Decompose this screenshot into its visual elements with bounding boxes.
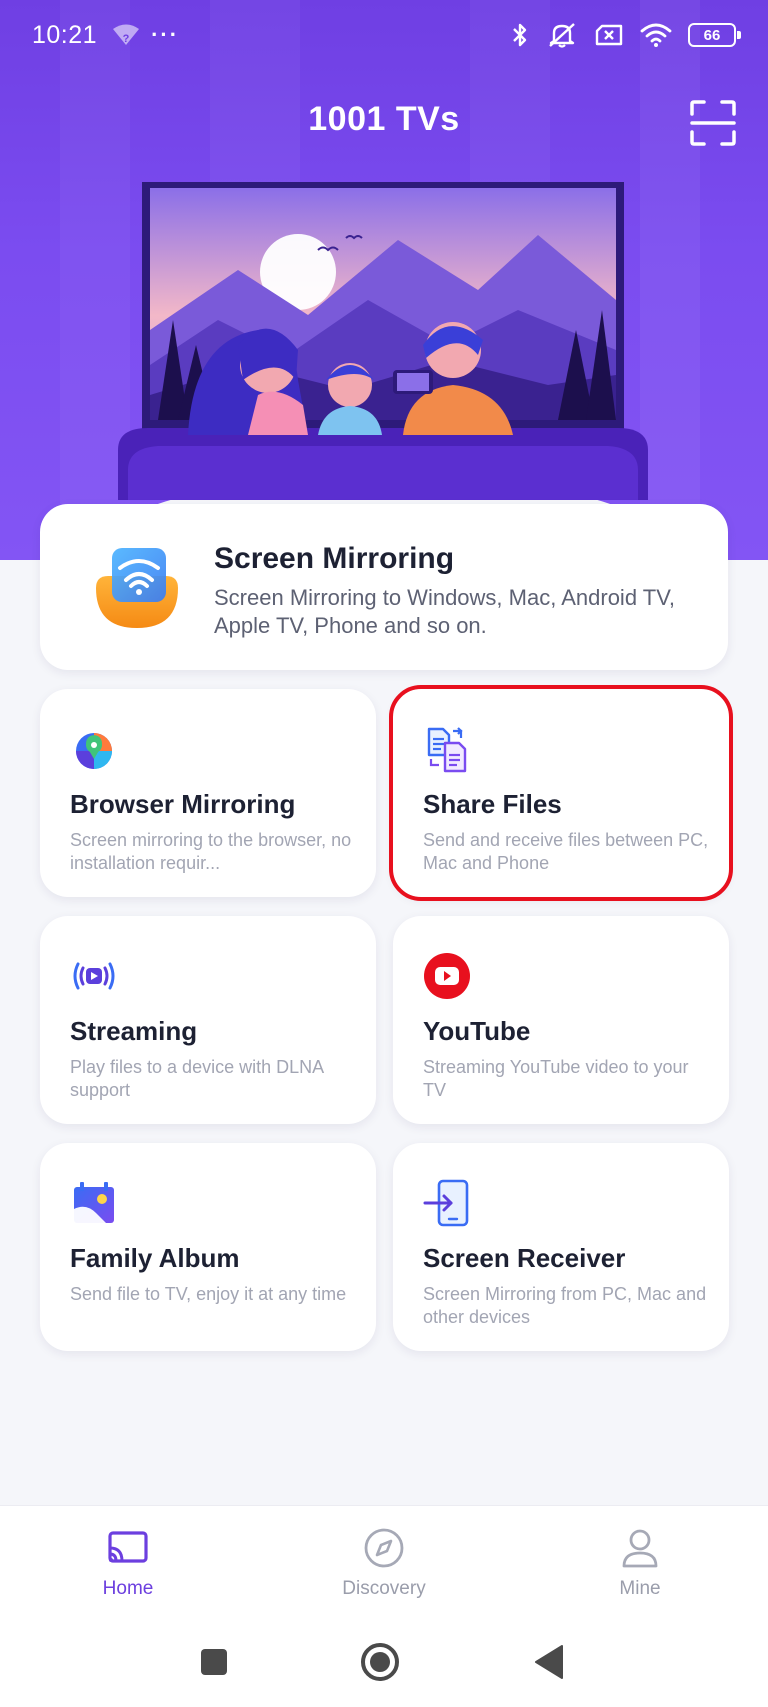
status-bar: 10:21 ? ··· 66 xyxy=(0,0,768,70)
tv-family-illustration xyxy=(118,182,648,500)
svg-text:?: ? xyxy=(123,33,130,45)
youtube-title: YouTube xyxy=(423,1016,531,1046)
more-notifications-icon: ··· xyxy=(151,22,180,47)
screen-receiver-card[interactable]: Screen Receiver Screen Mirroring from PC… xyxy=(393,1143,729,1351)
share-files-icon xyxy=(427,727,467,773)
wifi-icon xyxy=(640,23,672,47)
browser-mirroring-description: Screen mirroring to the browser, no inst… xyxy=(70,830,352,873)
wifi-question-icon: ? xyxy=(113,24,140,45)
streaming-icon xyxy=(73,962,115,990)
home-circle-icon[interactable] xyxy=(358,1640,402,1684)
screen-receiver-description: Screen Mirroring from PC, Mac and other … xyxy=(423,1284,707,1327)
share-files-description: Send and receive files between PC, Mac a… xyxy=(423,830,709,873)
youtube-card[interactable]: YouTube Streaming YouTube video to your … xyxy=(393,916,729,1124)
cast-icon xyxy=(108,1531,148,1563)
screen-mirroring-icon xyxy=(96,548,178,628)
nav-discovery-label: Discovery xyxy=(342,1578,426,1599)
browser-mirroring-title: Browser Mirroring xyxy=(70,789,296,819)
family-album-title: Family Album xyxy=(70,1243,240,1273)
family-album-icon xyxy=(74,1182,114,1223)
person-icon xyxy=(622,1529,658,1568)
youtube-icon xyxy=(424,953,470,999)
bluetooth-icon xyxy=(513,23,527,47)
streaming-description: Play files to a device with DLNA support xyxy=(70,1057,324,1100)
screen-receiver-icon xyxy=(423,1179,469,1227)
screen-mirroring-description: Screen Mirroring to Windows, Mac, Androi… xyxy=(214,585,675,638)
screen-mirroring-title: Screen Mirroring xyxy=(214,542,455,575)
battery-icon: 66 xyxy=(688,23,741,47)
youtube-description: Streaming YouTube video to your TV xyxy=(423,1057,689,1100)
status-time: 10:21 xyxy=(32,20,98,49)
browser-icon xyxy=(76,733,112,769)
scan-icon[interactable] xyxy=(690,100,736,146)
nav-home-label: Home xyxy=(102,1578,154,1599)
nav-home[interactable]: Home xyxy=(0,1506,256,1615)
nav-mine[interactable]: Mine xyxy=(512,1506,768,1615)
screen-receiver-title: Screen Receiver xyxy=(423,1243,626,1273)
screen-mirroring-card[interactable]: Screen Mirroring Screen Mirroring to Win… xyxy=(40,504,728,670)
compass-icon xyxy=(364,1528,404,1568)
share-files-title: Share Files xyxy=(423,789,562,819)
streaming-card[interactable]: Streaming Play files to a device with DL… xyxy=(40,916,376,1124)
nav-mine-label: Mine xyxy=(619,1578,661,1599)
sim-x-icon xyxy=(595,24,623,46)
app-title: 1001 TVs xyxy=(308,100,460,138)
recents-square-icon[interactable] xyxy=(192,1640,236,1684)
bottom-navigation: Home Discovery Mine xyxy=(0,1505,768,1615)
family-album-description: Send file to TV, enjoy it at any time xyxy=(70,1284,347,1304)
share-files-card[interactable]: Share Files Send and receive files betwe… xyxy=(389,685,733,901)
family-album-card[interactable]: Family Album Send file to TV, enjoy it a… xyxy=(40,1143,376,1351)
mute-icon xyxy=(549,23,575,48)
streaming-title: Streaming xyxy=(70,1016,198,1046)
nav-discovery[interactable]: Discovery xyxy=(256,1506,512,1615)
browser-mirroring-card[interactable]: Browser Mirroring Screen mirroring to th… xyxy=(40,689,376,897)
back-triangle-icon[interactable] xyxy=(528,1640,572,1684)
